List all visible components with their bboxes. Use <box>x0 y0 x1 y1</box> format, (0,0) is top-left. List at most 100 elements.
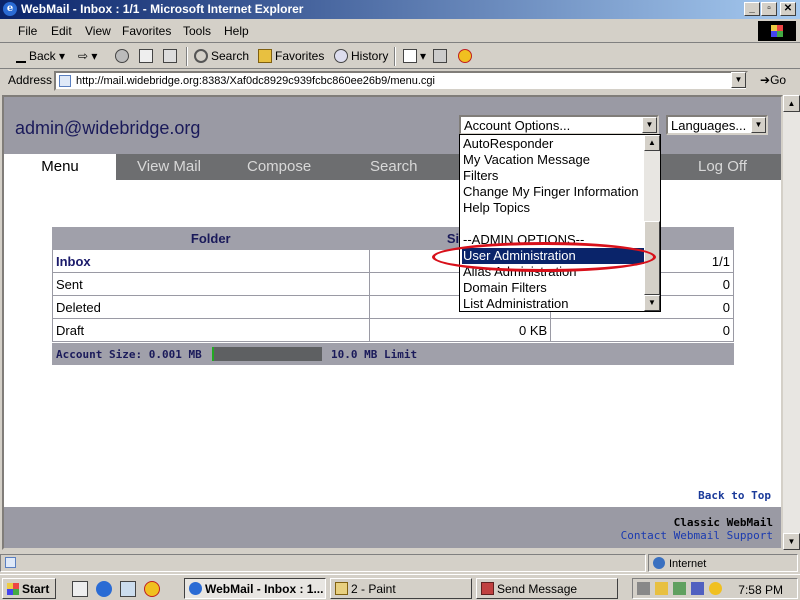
dropdown-scrollbar[interactable]: ▲ ▼ <box>644 135 660 311</box>
address-input[interactable]: http://mail.widebridge.org:8383/Xaf0dc89… <box>54 71 748 91</box>
mail-icon <box>403 49 417 63</box>
history-button[interactable]: History <box>334 49 388 63</box>
print-icon <box>433 49 447 63</box>
go-arrow-icon: ➔ <box>760 73 771 87</box>
address-dropdown-button[interactable]: ▼ <box>731 72 746 88</box>
footer-brand: Classic WebMail <box>673 516 773 529</box>
tab-menu[interactable]: Menu <box>4 154 116 180</box>
mail-button[interactable]: ▾ <box>403 49 426 63</box>
show-desktop-icon[interactable] <box>72 581 88 597</box>
search-icon <box>194 49 208 63</box>
task-send-message[interactable]: Send Message <box>476 578 618 599</box>
languages-value: Languages... <box>671 118 747 133</box>
task-webmail[interactable]: WebMail - Inbox : 1... <box>184 578 326 599</box>
account-options-select[interactable]: Account Options... ▼ <box>459 115 659 135</box>
dropdown-option[interactable]: Domain Filters <box>462 280 644 296</box>
dropdown-option[interactable]: Help Topics <box>462 200 644 216</box>
tray-icon[interactable] <box>673 582 686 595</box>
menu-favorites[interactable]: Favorites <box>122 24 171 38</box>
favorites-button[interactable]: Favorites <box>258 49 324 63</box>
outlook-quicklaunch-icon[interactable] <box>120 581 136 597</box>
menu-tools[interactable]: Tools <box>183 24 211 38</box>
table-row: Draft 0 KB 0 <box>52 318 734 342</box>
menu-edit[interactable]: Edit <box>51 24 72 38</box>
scroll-down-icon[interactable]: ▼ <box>644 295 660 311</box>
send-message-icon <box>481 582 494 595</box>
task-paint[interactable]: 2 - Paint <box>330 578 472 599</box>
zone-pane: Internet <box>648 554 798 572</box>
tab-compose[interactable]: Compose <box>247 154 311 180</box>
back-arrow-icon <box>16 55 26 63</box>
restore-button[interactable]: ▫ <box>761 2 777 16</box>
menu-file[interactable]: File <box>18 24 37 38</box>
folder-name: Sent <box>52 272 370 296</box>
ie-quicklaunch-icon[interactable] <box>96 581 112 597</box>
tab-view-mail[interactable]: View Mail <box>137 154 201 180</box>
tab-search[interactable]: Search <box>370 154 418 180</box>
forward-arrow-icon: ⇨ <box>78 49 89 63</box>
paint-icon <box>335 582 348 595</box>
home-button[interactable] <box>163 49 180 63</box>
scroll-up-icon[interactable]: ▲ <box>783 95 800 112</box>
dropdown-option[interactable]: My Vacation Message <box>462 152 644 168</box>
folder-name: Deleted <box>52 295 370 319</box>
account-options-value: Account Options... <box>464 118 571 133</box>
print-button[interactable] <box>433 49 450 63</box>
back-to-top-link[interactable]: Back to Top <box>698 489 771 502</box>
go-button[interactable]: ➔Go <box>760 73 786 87</box>
dropdown-option[interactable]: AutoResponder <box>462 136 644 152</box>
zone-label: Internet <box>669 558 707 570</box>
back-button[interactable]: Back ▾ <box>16 49 65 63</box>
folder-count: 0 <box>550 318 734 342</box>
menu-help[interactable]: Help <box>224 24 249 38</box>
scroll-up-icon[interactable]: ▲ <box>644 135 660 151</box>
toolbar: Back ▾ ⇨ ▾ Search Favorites History ▾ <box>0 44 800 69</box>
dropdown-option[interactable]: List Administration <box>462 296 644 311</box>
tray-icon[interactable] <box>655 582 668 595</box>
status-bar: Internet <box>0 553 800 573</box>
account-size-bar: Account Size: 0.001 MB 10.0 MB Limit <box>52 343 734 365</box>
stop-button[interactable] <box>115 49 132 63</box>
history-icon <box>334 49 348 63</box>
close-button[interactable]: ✕ <box>780 2 796 16</box>
contact-support-link[interactable]: Contact Webmail Support <box>621 529 773 542</box>
task-label: 2 - Paint <box>351 582 396 596</box>
chevron-down-icon[interactable]: ▼ <box>751 117 766 133</box>
scroll-down-icon[interactable]: ▼ <box>783 533 800 550</box>
chevron-down-icon[interactable]: ▼ <box>642 117 657 133</box>
menu-view[interactable]: View <box>85 24 111 38</box>
search-button[interactable]: Search <box>194 49 249 63</box>
dropdown-option[interactable]: Change My Finger Information <box>462 184 644 200</box>
stop-icon <box>115 49 129 63</box>
forward-button[interactable]: ⇨ ▾ <box>78 49 97 63</box>
quota-limit-text: 10.0 MB Limit <box>331 348 418 361</box>
page-scrollbar[interactable]: ▲ ▼ <box>783 95 800 550</box>
webmail-footer: Classic WebMail Contact Webmail Support <box>4 507 781 548</box>
page-viewport: admin@widebridge.org Account Options... … <box>2 95 783 550</box>
messenger-quicklaunch-icon[interactable] <box>144 581 160 597</box>
refresh-icon <box>139 49 153 63</box>
messenger-tray-icon[interactable] <box>709 582 722 595</box>
network-icon[interactable] <box>691 582 704 595</box>
address-url: http://mail.widebridge.org:8383/Xaf0dc89… <box>76 75 435 87</box>
start-button[interactable]: Start <box>2 578 56 599</box>
windows-logo-icon <box>758 21 796 41</box>
quota-meter <box>212 347 322 361</box>
languages-select[interactable]: Languages... ▼ <box>666 115 768 135</box>
taskbar: Start WebMail - Inbox : 1... 2 - Paint S… <box>0 574 800 600</box>
refresh-button[interactable] <box>139 49 156 63</box>
tab-log-off[interactable]: Log Off <box>698 154 747 180</box>
minimize-button[interactable]: _ <box>744 2 760 16</box>
messenger-button[interactable] <box>458 49 475 63</box>
folder-inbox-link[interactable]: Inbox <box>52 249 370 273</box>
page-icon <box>59 75 71 87</box>
ie-icon: e <box>3 2 17 16</box>
dropdown-option[interactable]: Filters <box>462 168 644 184</box>
dropdown-option-blank[interactable] <box>462 216 644 232</box>
account-size-text: Account Size: 0.001 MB <box>56 348 202 361</box>
toolbar-divider <box>186 47 188 66</box>
volume-icon[interactable] <box>637 582 650 595</box>
red-highlight-annotation <box>432 242 656 272</box>
user-email: admin@widebridge.org <box>15 118 201 138</box>
favorites-icon <box>258 49 272 63</box>
